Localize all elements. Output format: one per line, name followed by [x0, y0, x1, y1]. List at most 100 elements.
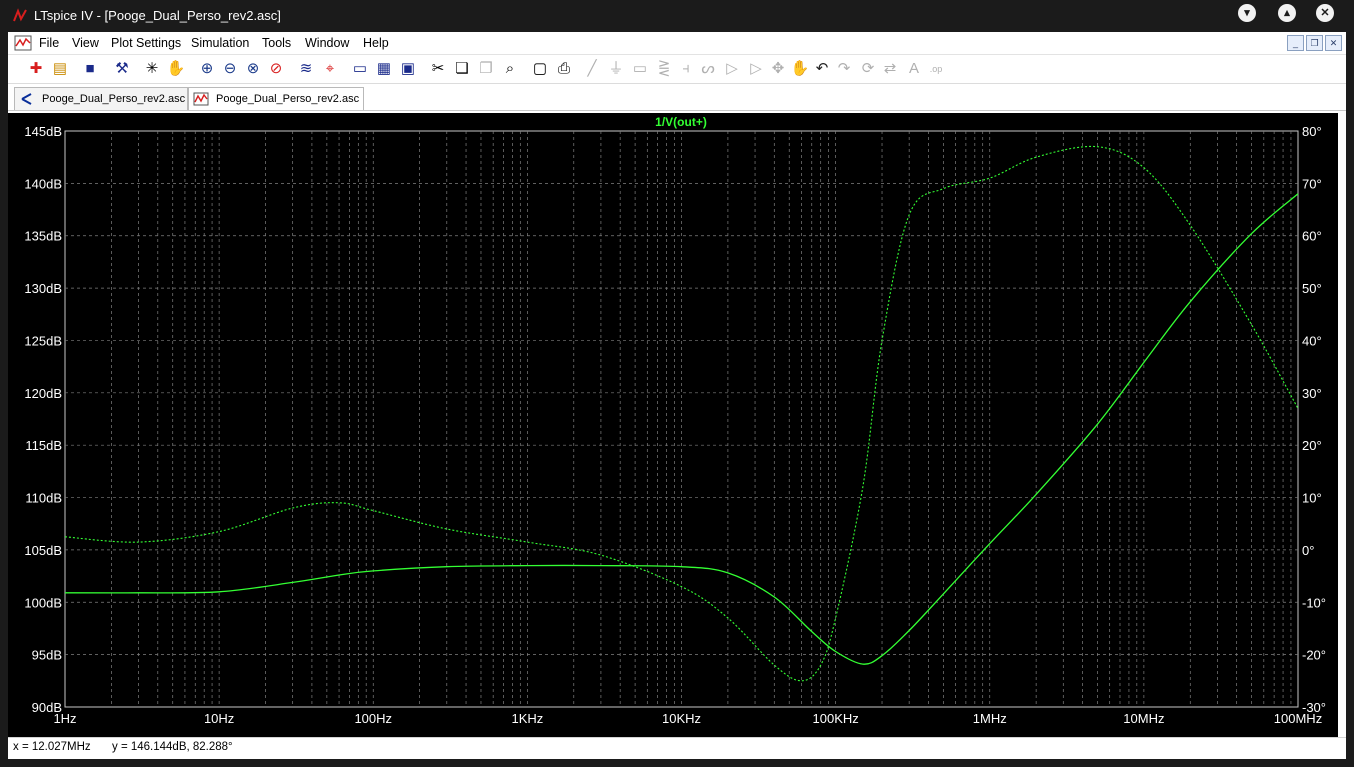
waveform-icon — [193, 92, 209, 106]
window-title: LTspice IV - [Pooge_Dual_Perso_rev2.asc] — [34, 8, 281, 23]
rotate-icon[interactable]: ⟳ — [858, 59, 878, 79]
tab-waveform-label: Pooge_Dual_Perso_rev2.asc — [216, 93, 360, 105]
x-tick-label: 10MHz — [1123, 711, 1164, 726]
y-right-tick-label: 60° — [1302, 229, 1322, 244]
chart-title[interactable]: 1/V(out+) — [655, 115, 707, 129]
drag-icon[interactable]: ✋ — [790, 59, 810, 79]
wire-icon[interactable]: ╱ — [582, 59, 602, 79]
text-icon[interactable]: A — [904, 59, 924, 79]
schematic-icon — [21, 93, 32, 105]
zoom-in-icon[interactable]: ⊕ — [197, 59, 217, 79]
spice-directive-icon[interactable]: .op — [926, 59, 946, 79]
x-tick-label: 1MHz — [973, 711, 1007, 726]
y-right-tick-label: 10° — [1302, 491, 1322, 506]
y-left-tick-label: 95dB — [32, 648, 62, 663]
x-tick-label: 10KHz — [662, 711, 701, 726]
tile-vertical-icon[interactable]: ▦ — [374, 59, 394, 79]
mdi-minimize-button[interactable]: _ — [1287, 35, 1304, 51]
mirror-icon[interactable]: ⇄ — [880, 59, 900, 79]
y-left-tick-label: 135dB — [24, 229, 62, 244]
x-tick-label: 100Hz — [354, 711, 392, 726]
status-bar: x = 12.027MHz y = 146.144dB, 82.288° — [8, 737, 1346, 758]
x-tick-label: 10Hz — [204, 711, 234, 726]
window-menu-button[interactable]: ▾ — [1238, 4, 1256, 22]
cursor-x-readout: x = 12.027MHz — [13, 741, 91, 753]
paste-icon[interactable]: ❐ — [476, 59, 496, 79]
bode-plot-svg[interactable]: 1/V(out+) 1Hz 10Hz 100Hz 1KHz 10KHz 100KHz 1MH… — [8, 113, 1338, 737]
tab-schematic-label: Pooge_Dual_Perso_rev2.asc — [42, 93, 186, 105]
zoom-cancel-icon[interactable]: ⊘ — [266, 59, 286, 79]
halt-icon[interactable]: ✋ — [166, 59, 186, 79]
ltspice-logo-icon — [13, 8, 27, 22]
document-tabs: Pooge_Dual_Perso_rev2.asc Pooge_Dual_Per… — [8, 84, 1346, 111]
redo-icon[interactable]: ↷ — [834, 59, 854, 79]
cut-icon[interactable]: ✂ — [428, 59, 448, 79]
autorange-icon[interactable]: ≋ — [296, 59, 316, 79]
y-right-tick-label: -20° — [1302, 648, 1326, 663]
window-maximize-button[interactable]: ▴ — [1278, 4, 1296, 22]
y-right-tick-label: 70° — [1302, 176, 1322, 191]
cascade-icon[interactable]: ▣ — [398, 59, 418, 79]
y-right-tick-label: 30° — [1302, 386, 1322, 401]
new-schematic-icon[interactable]: ✚ — [26, 59, 46, 79]
y-right-tick-label: -10° — [1302, 595, 1326, 610]
move-icon[interactable]: ✥ — [768, 59, 788, 79]
window-close-button[interactable]: ✕ — [1316, 4, 1334, 22]
tile-horizontal-icon[interactable]: ▭ — [350, 59, 370, 79]
y-left-tick-label: 120dB — [24, 386, 62, 401]
y-right-tick-label: 40° — [1302, 333, 1322, 348]
y-right-tick-label: 50° — [1302, 281, 1322, 296]
y-right-tick-label: 80° — [1302, 124, 1322, 139]
find-icon[interactable]: ⌕ — [500, 59, 520, 79]
mark-icon[interactable]: ⌖ — [320, 59, 340, 79]
x-tick-label: 1KHz — [511, 711, 543, 726]
undo-icon[interactable]: ↶ — [812, 59, 832, 79]
save-icon[interactable]: ■ — [80, 59, 100, 79]
label-icon[interactable]: ▭ — [630, 59, 650, 79]
y-left-tick-label: 105dB — [24, 543, 62, 558]
tab-waveform[interactable]: Pooge_Dual_Perso_rev2.asc — [188, 87, 364, 110]
component-icon[interactable]: ▷ — [746, 59, 766, 79]
menu-window[interactable]: Window — [305, 36, 349, 50]
y-right-tick-label: -30° — [1302, 700, 1326, 715]
menu-bar: File View Plot Settings Simulation Tools… — [8, 32, 1346, 55]
menu-file[interactable]: File — [39, 36, 59, 50]
menu-simulation[interactable]: Simulation — [191, 36, 249, 50]
inductor-icon[interactable]: ᔕ — [698, 59, 718, 79]
open-icon[interactable]: ▤ — [50, 59, 70, 79]
document-waveform-icon[interactable] — [14, 34, 32, 52]
resistor-icon[interactable]: ⋛ — [654, 59, 674, 79]
toolbar: ✚ ▤ ■ ⚒ ✳ ✋ ⊕ ⊖ ⊗ ⊘ ≋ ⌖ ▭ ▦ ▣ ✂ ❏ ❐ ⌕ ▢ ⎙ ╱ ⏚ ▭ ⋛ ⫞ ᔕ ▷ ▷ ✥ ✋ ↶ ↷ ⟳ ⇄ A .op — [8, 55, 1346, 84]
ground-icon[interactable]: ⏚ — [606, 59, 626, 79]
y-left-tick-label: 145dB — [24, 124, 62, 139]
mdi-close-button[interactable]: ✕ — [1325, 35, 1342, 51]
y-left-tick-label: 110dB — [25, 491, 62, 506]
menu-plot-settings[interactable]: Plot Settings — [111, 36, 181, 50]
control-panel-icon[interactable]: ⚒ — [112, 59, 132, 79]
menu-tools[interactable]: Tools — [262, 36, 291, 50]
waveform-plot[interactable]: 1/V(out+) 1Hz 10Hz 100Hz 1KHz 10KHz 100KHz 1MH… — [8, 113, 1338, 737]
print-setup-icon[interactable]: ▢ — [530, 59, 550, 79]
y-left-tick-label: 125dB — [24, 333, 62, 348]
run-icon[interactable]: ✳ — [142, 59, 162, 79]
x-tick-label: 100KHz — [813, 711, 859, 726]
plot-background — [8, 113, 1338, 737]
y-left-tick-label: 140dB — [24, 176, 62, 191]
title-bar: LTspice IV - [Pooge_Dual_Perso_rev2.asc]… — [0, 0, 1354, 32]
y-right-tick-label: 20° — [1302, 438, 1322, 453]
y-left-tick-label: 115dB — [25, 438, 62, 453]
print-icon[interactable]: ⎙ — [554, 59, 574, 79]
tab-schematic[interactable]: Pooge_Dual_Perso_rev2.asc — [14, 87, 188, 110]
diode-icon[interactable]: ▷ — [722, 59, 742, 79]
y-left-tick-label: 130dB — [24, 281, 62, 296]
menu-help[interactable]: Help — [363, 36, 389, 50]
menu-view[interactable]: View — [72, 36, 99, 50]
zoom-area-icon[interactable]: ⊗ — [243, 59, 263, 79]
mdi-restore-button[interactable]: ❐ — [1306, 35, 1323, 51]
zoom-out-icon[interactable]: ⊖ — [220, 59, 240, 79]
capacitor-icon[interactable]: ⫞ — [676, 59, 696, 79]
copy-icon[interactable]: ❏ — [452, 59, 472, 79]
y-left-tick-label: 100dB — [24, 595, 62, 610]
y-right-tick-label: 0° — [1302, 543, 1314, 558]
cursor-y-readout: y = 146.144dB, 82.288° — [112, 741, 233, 753]
